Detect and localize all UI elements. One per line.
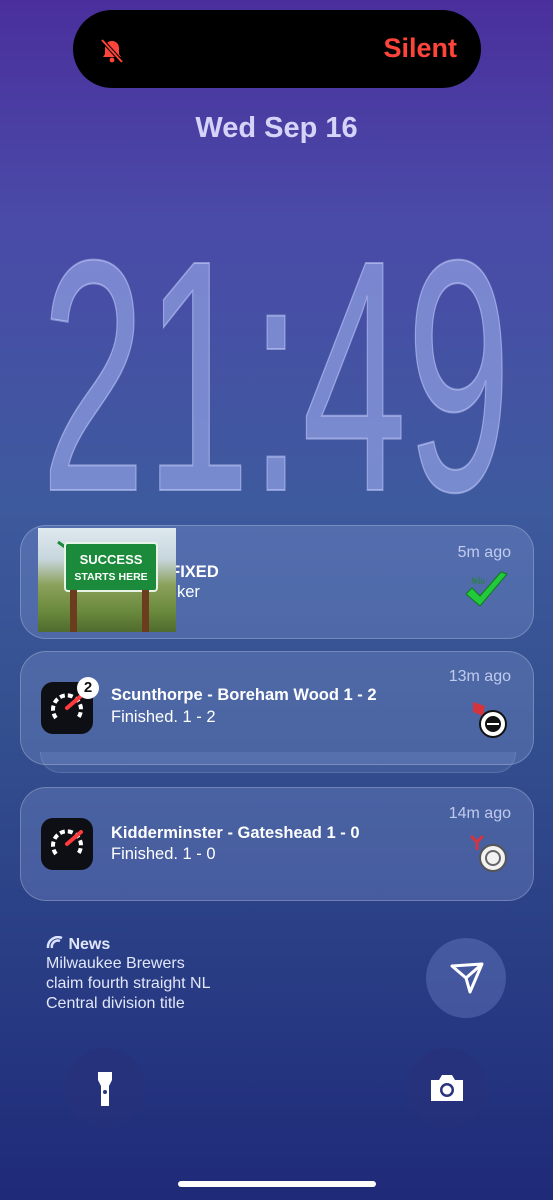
success-sign-image: SUCCESS STARTS HERE	[38, 528, 176, 632]
flashlight-icon	[98, 1072, 112, 1106]
dynamic-island[interactable]: Silent	[73, 10, 481, 88]
news-widget[interactable]: News Milwaukee Brewers claim fourth stra…	[46, 935, 346, 1014]
news-header: News	[46, 935, 346, 954]
sign-line-2: STARTS HERE	[74, 571, 148, 583]
news-headline-line-2: claim fourth straight NL	[46, 975, 211, 992]
news-icon	[46, 935, 63, 949]
bell-slash-icon	[100, 38, 124, 64]
camera-button[interactable]	[407, 1048, 487, 1128]
news-headline-line-3: Central division title	[46, 995, 185, 1012]
silent-status-text: Silent	[383, 33, 457, 63]
sign-line-1: SUCCESS	[79, 552, 143, 567]
notification-scunthorpe[interactable]: 13m ago 2 Scunthorpe - Boreham Wood 1 - …	[20, 651, 534, 765]
sign-post-right	[142, 590, 149, 632]
checkmark-icon	[465, 571, 508, 607]
camera-icon	[431, 1075, 463, 1101]
notification-body: Finished. 1 - 2	[111, 708, 216, 726]
flashlight-button[interactable]	[65, 1048, 145, 1128]
sign-post-left	[70, 590, 77, 632]
notification-body: ker	[177, 583, 200, 601]
lockscreen-clock-digits: 21:49	[41, 191, 511, 520]
notification-title: Kidderminster - Gateshead 1 - 0	[111, 824, 360, 842]
speedometer-icon	[51, 829, 83, 856]
success-sign: SUCCESS STARTS HERE	[64, 542, 158, 592]
team-crests-icon	[473, 702, 507, 738]
paper-plane-icon	[450, 962, 484, 994]
notification-body: Finished. 1 - 0	[111, 845, 216, 863]
notification-title-text: FIXED	[170, 563, 219, 581]
home-indicator[interactable]	[178, 1181, 376, 1187]
team-crests-icon	[469, 834, 507, 872]
flashscore-app-icon	[41, 818, 93, 870]
notification-time: 14m ago	[448, 805, 511, 822]
notification-count-badge: 2	[77, 677, 99, 699]
lockscreen-clock: 21:49	[40, 190, 512, 520]
news-headline-line-1: Milwaukee Brewers	[46, 955, 185, 972]
notification-kidderminster[interactable]: 14m ago Kidderminster - Gateshead 1 - 0 …	[20, 787, 534, 901]
news-header-label: News	[68, 936, 111, 953]
notification-time: 13m ago	[448, 668, 511, 685]
send-button[interactable]	[426, 938, 506, 1018]
notification-title: Scunthorpe - Boreham Wood 1 - 2	[111, 686, 377, 704]
win-checkmark-image: Win	[463, 568, 511, 612]
notification-time: 5m ago	[457, 544, 511, 561]
